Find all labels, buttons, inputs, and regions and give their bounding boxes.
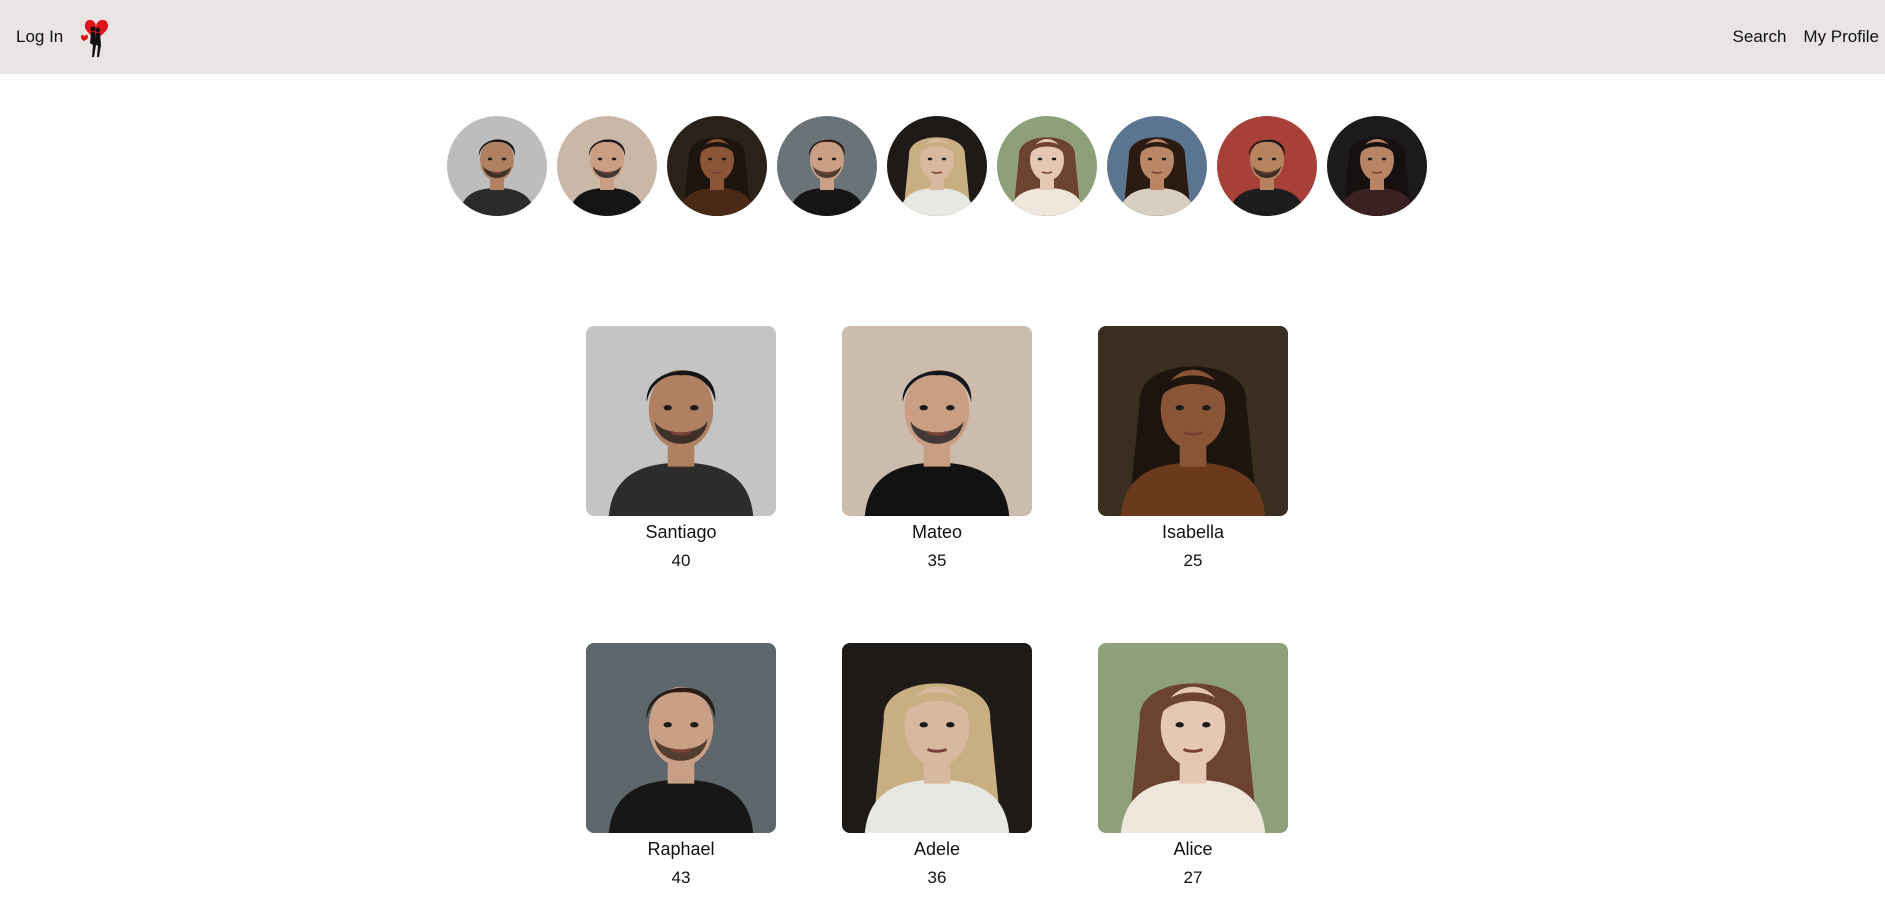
- profile-card[interactable]: Adele 36: [842, 643, 1032, 888]
- avatar-raphael-icon[interactable]: [777, 116, 877, 216]
- navbar-right: Search My Profile: [1733, 0, 1879, 74]
- profile-name: Mateo: [911, 522, 963, 542]
- profile-name: Isabella: [1161, 522, 1225, 542]
- profile-age: 36: [927, 868, 947, 887]
- my-profile-link[interactable]: My Profile: [1803, 27, 1879, 47]
- profile-card[interactable]: Raphael 43: [586, 643, 776, 888]
- avatar-mateo-icon[interactable]: [557, 116, 657, 216]
- login-link[interactable]: Log In: [16, 27, 63, 47]
- search-link[interactable]: Search: [1733, 27, 1787, 47]
- profile-card[interactable]: Alice 27: [1098, 643, 1288, 888]
- photo-adele-icon[interactable]: [842, 643, 1032, 833]
- avatar-man-glasses-icon[interactable]: [1217, 116, 1317, 216]
- navbar-left: Log In: [16, 0, 114, 74]
- story-avatars-row: [447, 116, 1427, 216]
- avatar-woman-dark-icon[interactable]: [1327, 116, 1427, 216]
- photo-alice-icon[interactable]: [1098, 643, 1288, 833]
- photo-santiago-icon[interactable]: [586, 326, 776, 516]
- avatar-isabella-icon[interactable]: [667, 116, 767, 216]
- avatar-santiago-icon[interactable]: [447, 116, 547, 216]
- avatar-woman-curly-icon[interactable]: [1107, 116, 1207, 216]
- profile-card[interactable]: Mateo 35: [842, 326, 1032, 571]
- avatar-alice-icon[interactable]: [997, 116, 1097, 216]
- top-navbar: Log In Search My Profile: [0, 0, 1885, 74]
- avatar-adele-icon[interactable]: [887, 116, 987, 216]
- profile-name: Raphael: [647, 839, 715, 859]
- profile-name: Santiago: [645, 522, 717, 542]
- profile-name: Alice: [1173, 839, 1213, 859]
- photo-raphael-icon[interactable]: [586, 643, 776, 833]
- heart-couple-logo-icon[interactable]: [78, 15, 114, 59]
- photo-mateo-icon[interactable]: [842, 326, 1032, 516]
- profile-age: 27: [1183, 868, 1203, 887]
- profile-name: Adele: [913, 839, 961, 859]
- photo-isabella-icon[interactable]: [1098, 326, 1288, 516]
- profile-age: 40: [671, 551, 691, 570]
- profile-age: 43: [671, 868, 691, 887]
- profile-age: 35: [927, 551, 947, 570]
- profile-card[interactable]: Santiago 40: [586, 326, 776, 571]
- profile-card[interactable]: Isabella 25: [1098, 326, 1288, 571]
- profile-age: 25: [1183, 551, 1203, 570]
